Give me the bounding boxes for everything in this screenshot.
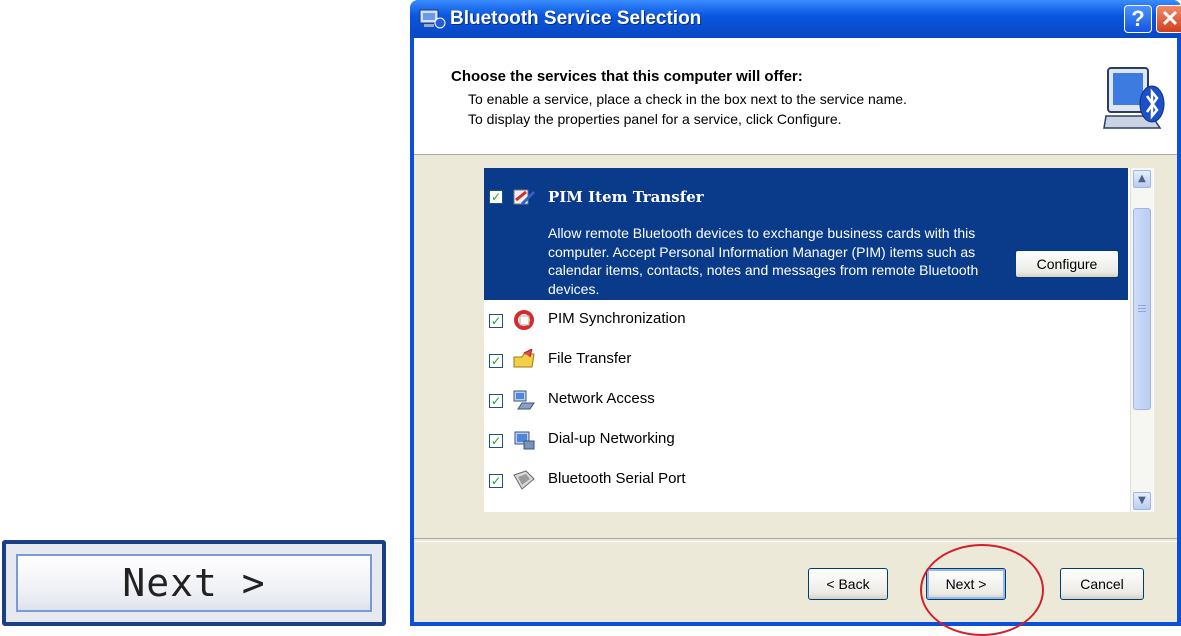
pim-synchronization-checkbox[interactable]: ✓ — [489, 314, 503, 328]
pim-item-transfer-checkbox[interactable]: ✓ — [489, 190, 503, 204]
bluetooth-serial-port-label: Bluetooth Serial Port — [548, 470, 686, 487]
thumb-grip-line — [1138, 308, 1146, 309]
pim-synchronization-label: PIM Synchronization — [548, 310, 686, 327]
dialog-header: Choose the services that this computer w… — [414, 38, 1177, 155]
highlight-ellipse — [920, 544, 1044, 636]
enlarged-next-button[interactable]: Next > — [2, 540, 386, 626]
dialup-networking-checkbox[interactable]: ✓ — [489, 434, 503, 448]
thumb-grip-line — [1138, 305, 1146, 306]
configure-button[interactable]: Configure — [1015, 250, 1119, 278]
file-transfer-checkbox[interactable]: ✓ — [489, 354, 503, 368]
service-row-file-transfer[interactable]: ✓ File Transfer — [484, 340, 1124, 380]
dialup-icon — [514, 431, 535, 450]
close-button[interactable]: ✕ — [1156, 5, 1181, 33]
scroll-thumb[interactable] — [1133, 208, 1151, 410]
service-row-pim-synchronization[interactable]: ✓ PIM Synchronization — [484, 300, 1124, 340]
service-row-dialup-networking[interactable]: ✓ Dial-up Networking — [484, 420, 1124, 460]
title-bar: Bluetooth Service Selection ? ✕ — [410, 0, 1181, 38]
bluetooth-computer-icon — [1103, 67, 1165, 129]
service-row-bluetooth-serial-port[interactable]: ✓ Bluetooth Serial Port — [484, 460, 1124, 500]
dialog-client-area: Choose the services that this computer w… — [414, 38, 1177, 636]
service-row-network-access[interactable]: ✓ Network Access — [484, 380, 1124, 420]
file-transfer-icon — [513, 349, 535, 368]
header-instruction-1: To enable a service, place a check in th… — [468, 91, 907, 107]
thumb-grip-line — [1138, 311, 1146, 312]
dialup-networking-label: Dial-up Networking — [548, 430, 675, 447]
help-button[interactable]: ? — [1124, 5, 1152, 33]
header-instruction-2: To display the properties panel for a se… — [468, 111, 842, 127]
window-title: Bluetooth Service Selection — [450, 8, 702, 29]
serial-port-icon — [513, 470, 535, 490]
pim-transfer-icon — [513, 189, 536, 206]
footer-separator — [414, 538, 1177, 542]
file-transfer-label: File Transfer — [548, 350, 632, 367]
pim-sync-icon — [514, 310, 534, 330]
network-access-checkbox[interactable]: ✓ — [489, 394, 503, 408]
back-button[interactable]: < Back — [808, 568, 888, 600]
scroll-up-button[interactable]: ▲ — [1133, 170, 1151, 188]
bluetooth-serial-port-checkbox[interactable]: ✓ — [489, 474, 503, 488]
enlarged-next-label: Next > — [122, 561, 266, 605]
cancel-button[interactable]: Cancel — [1060, 568, 1144, 600]
service-list[interactable]: ✓ PIM Item Transfer Allow remote Bluetoo… — [484, 168, 1154, 512]
pim-item-transfer-description: Allow remote Bluetooth devices to exchan… — [548, 225, 979, 297]
network-access-icon — [513, 390, 535, 410]
vertical-scrollbar[interactable]: ▲ ▼ — [1130, 168, 1153, 512]
header-heading: Choose the services that this computer w… — [451, 68, 803, 85]
bluetooth-service-selection-window: Bluetooth Service Selection ? ✕ Choose t… — [410, 0, 1181, 636]
selected-service-row[interactable]: ✓ PIM Item Transfer Allow remote Bluetoo… — [484, 168, 1128, 300]
pim-item-transfer-label: PIM Item Transfer — [548, 188, 704, 206]
network-access-label: Network Access — [548, 390, 655, 407]
scroll-down-button[interactable]: ▼ — [1133, 492, 1151, 510]
bluetooth-app-icon — [419, 9, 446, 29]
